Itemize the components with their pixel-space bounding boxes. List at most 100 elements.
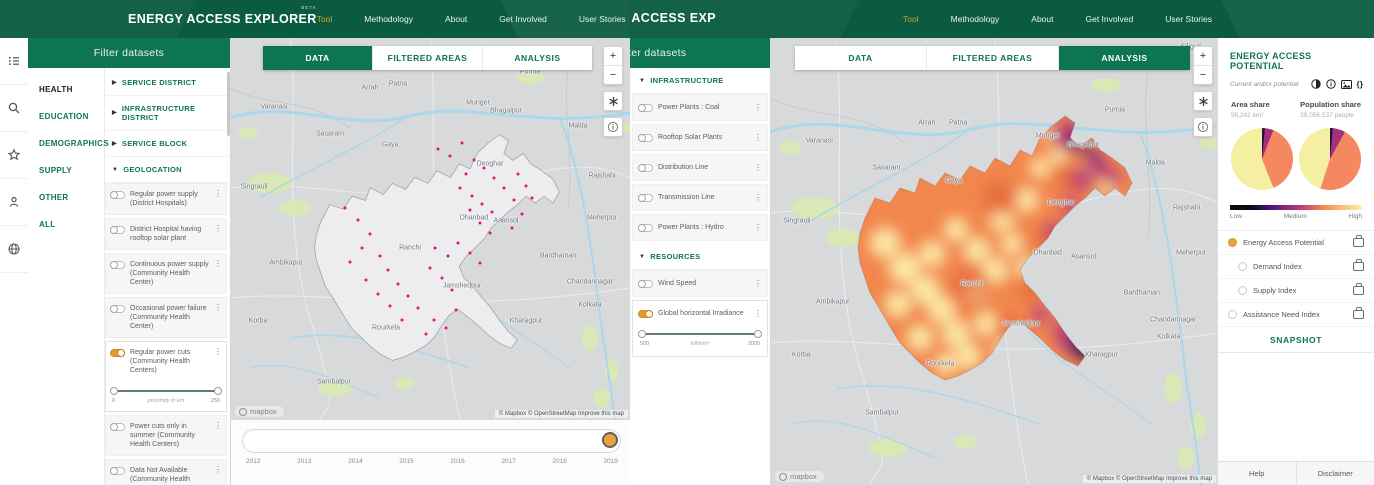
nav-item-user-stories[interactable]: User Stories: [1165, 14, 1212, 24]
index-row-demand-index[interactable]: Demand Index: [1218, 255, 1374, 279]
kebab-menu-icon[interactable]: ⋮: [214, 304, 222, 312]
scrollbar-thumb[interactable]: [227, 72, 230, 136]
nav-item-get-involved[interactable]: Get Involved: [1086, 14, 1134, 24]
kebab-menu-icon[interactable]: ⋮: [754, 309, 762, 318]
dataset-toggle[interactable]: [638, 134, 653, 142]
category-all[interactable]: ALL: [28, 211, 104, 238]
section-geolocation[interactable]: ▼ GEOLOCATION: [105, 157, 230, 183]
dataset-item[interactable]: Power Plants : Hydro ⋮: [632, 214, 768, 241]
slider-handle-max[interactable]: [754, 330, 762, 338]
download-icon[interactable]: [1353, 283, 1364, 295]
section-infrastructure-district[interactable]: ▶ INFRASTRUCTURE DISTRICT: [105, 96, 230, 131]
map-canvas-analysis[interactable]: Siliguri Varanasi Arrah Patna Purnia Munger Bh…: [770, 38, 1218, 485]
download-icon[interactable]: [1353, 235, 1364, 247]
dataset-item[interactable]: Data Not Available (Community Health Cen…: [105, 459, 227, 485]
tab-filtered-areas[interactable]: FILTERED AREAS: [373, 46, 483, 70]
dataset-item[interactable]: Power Plants : Coal ⋮: [632, 94, 768, 121]
basemap-theme-button[interactable]: [1193, 91, 1213, 111]
download-icon[interactable]: [1353, 259, 1364, 271]
info-button[interactable]: [1193, 117, 1213, 137]
nav-item-tool[interactable]: Tool: [903, 14, 919, 24]
tab-analysis[interactable]: ANALYSIS: [483, 46, 592, 70]
kebab-menu-icon[interactable]: ⋮: [214, 190, 222, 198]
map-attribution[interactable]: © Mapbox © OpenStreetMap Improve this ma…: [1082, 475, 1216, 483]
kebab-menu-icon[interactable]: ⋮: [214, 260, 222, 268]
dataset-item[interactable]: Global horizontal Irradiance ⋮ 500 kWh/m² 20…: [632, 300, 768, 357]
nav-item-methodology[interactable]: Methodology: [364, 14, 413, 24]
search-icon[interactable]: [0, 85, 28, 132]
dataset-item[interactable]: Regular power supply (District Hospitals…: [105, 183, 227, 215]
index-radio[interactable]: [1228, 310, 1237, 319]
category-health[interactable]: HEALTH: [28, 76, 104, 103]
dataset-item[interactable]: Continuous power supply (Community Healt…: [105, 253, 227, 294]
kebab-menu-icon[interactable]: ⋮: [754, 193, 762, 202]
index-row-energy-access-potential[interactable]: Energy Access Potential: [1218, 231, 1374, 255]
info-button[interactable]: [603, 117, 623, 137]
map-attribution[interactable]: © Mapbox © OpenStreetMap Improve this ma…: [494, 410, 628, 418]
nav-item-user-stories[interactable]: User Stories: [579, 14, 626, 24]
index-radio[interactable]: [1228, 238, 1237, 247]
kebab-menu-icon[interactable]: ⋮: [214, 225, 222, 233]
year-slider-track[interactable]: [242, 429, 621, 453]
dataset-item[interactable]: Wind Speed ⋮: [632, 270, 768, 297]
nav-item-tool[interactable]: Tool: [317, 14, 333, 24]
category-other[interactable]: OTHER: [28, 184, 104, 211]
star-icon[interactable]: [0, 132, 28, 179]
info-icon[interactable]: [1325, 79, 1336, 89]
slider-handle-min[interactable]: [638, 330, 646, 338]
download-icon[interactable]: [1353, 307, 1364, 319]
index-radio[interactable]: [1238, 262, 1247, 271]
contrast-icon[interactable]: [1310, 79, 1321, 89]
legend-list-icon[interactable]: [0, 38, 28, 85]
dataset-item[interactable]: Regular power cuts (Community Health Cen…: [105, 341, 227, 412]
section-infrastructure[interactable]: ▼ INFRASTRUCTURE: [630, 68, 770, 94]
index-row-supply-index[interactable]: Supply Index: [1218, 279, 1374, 303]
zoom-out-button[interactable]: −: [604, 65, 622, 84]
nav-item-get-involved[interactable]: Get Involved: [499, 14, 547, 24]
nav-item-about[interactable]: About: [1031, 14, 1053, 24]
embed-code-icon[interactable]: { }: [1357, 80, 1364, 89]
section-resources[interactable]: ▼ RESOURCES: [630, 244, 770, 270]
dataset-toggle[interactable]: [638, 164, 653, 172]
kebab-menu-icon[interactable]: ⋮: [754, 163, 762, 172]
proximity-slider[interactable]: 0 proximity in km 250: [110, 387, 222, 405]
dataset-toggle[interactable]: [110, 226, 125, 234]
kebab-menu-icon[interactable]: ⋮: [754, 103, 762, 112]
tab-analysis[interactable]: ANALYSIS: [1059, 46, 1190, 70]
image-icon[interactable]: [1340, 79, 1352, 89]
locate-person-icon[interactable]: [0, 179, 28, 226]
year-slider-knob[interactable]: [602, 432, 618, 448]
category-supply[interactable]: SUPPLY: [28, 157, 104, 184]
category-demographics[interactable]: DEMOGRAPHICS: [28, 130, 109, 157]
zoom-in-button[interactable]: +: [604, 47, 622, 65]
section-service-block[interactable]: ▶ SERVICE BLOCK: [105, 131, 230, 157]
dataset-toggle[interactable]: [638, 280, 653, 288]
zoom-out-button[interactable]: −: [1194, 65, 1212, 84]
section-service-district[interactable]: ▶ SERVICE DISTRICT: [105, 70, 230, 96]
dataset-item[interactable]: District Hospital having rooftop solar p…: [105, 218, 227, 250]
dataset-toggle[interactable]: [110, 261, 125, 269]
kebab-menu-icon[interactable]: ⋮: [214, 466, 222, 474]
dataset-item[interactable]: Distribution Line ⋮: [632, 154, 768, 181]
kebab-menu-icon[interactable]: ⋮: [214, 422, 222, 430]
nav-item-methodology[interactable]: Methodology: [951, 14, 1000, 24]
index-row-assistance-need-index[interactable]: Assistance Need Index: [1218, 303, 1374, 327]
kebab-menu-icon[interactable]: ⋮: [214, 348, 222, 356]
index-radio[interactable]: [1238, 286, 1247, 295]
tab-data[interactable]: DATA: [795, 46, 927, 70]
kebab-menu-icon[interactable]: ⋮: [754, 279, 762, 288]
dataset-toggle[interactable]: [638, 194, 653, 202]
dataset-toggle[interactable]: [110, 423, 125, 431]
nav-item-about[interactable]: About: [445, 14, 467, 24]
dataset-toggle[interactable]: [110, 467, 125, 475]
proximity-slider[interactable]: 500 kWh/m² 2000: [638, 330, 762, 348]
dataset-toggle[interactable]: [110, 305, 125, 313]
dataset-item[interactable]: Occasional power failure (Community Heal…: [105, 297, 227, 338]
slider-track[interactable]: [642, 333, 758, 335]
tab-filtered-areas[interactable]: FILTERED AREAS: [927, 46, 1059, 70]
dataset-item[interactable]: Transmission Line ⋮: [632, 184, 768, 211]
dataset-toggle[interactable]: [638, 104, 653, 112]
tab-data[interactable]: DATA: [263, 46, 373, 70]
snapshot-button[interactable]: SNAPSHOT: [1218, 327, 1374, 353]
map-canvas-data[interactable]: Varanasi Arrah Patna Purnia Munger Bhagalpur M…: [230, 38, 630, 420]
